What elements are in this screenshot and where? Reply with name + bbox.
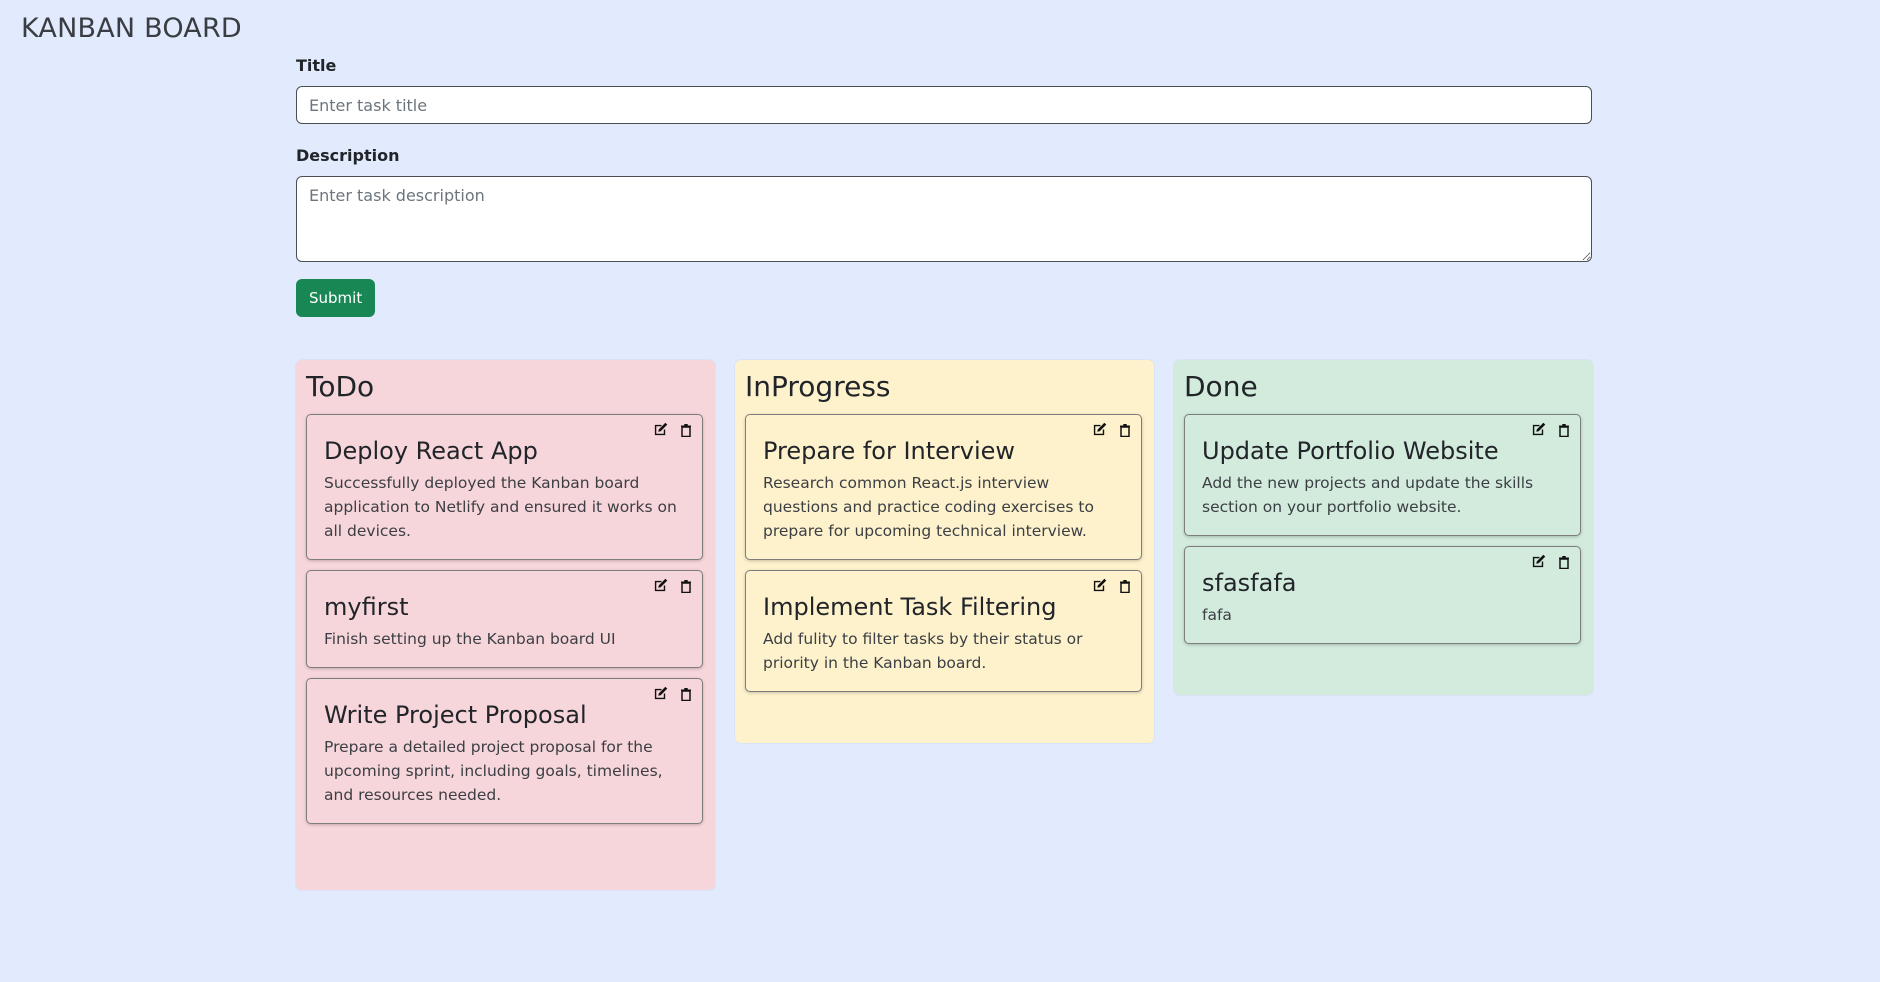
task-title: sfasfafa xyxy=(1202,569,1297,597)
submit-button[interactable]: Submit xyxy=(296,279,376,317)
card-actions xyxy=(1091,421,1133,438)
title-label: Title xyxy=(296,56,337,75)
edit-icon[interactable] xyxy=(652,577,669,594)
task-card[interactable]: Implement Task Filtering Add fulity to f… xyxy=(745,570,1142,692)
edit-icon[interactable] xyxy=(1530,421,1547,438)
task-title: Implement Task Filtering xyxy=(763,593,1057,621)
task-card[interactable]: myfirst Finish setting up the Kanban boa… xyxy=(306,570,703,668)
column-todo: ToDo Deploy React App Successfully deplo… xyxy=(296,360,715,890)
task-title: Prepare for Interview xyxy=(763,437,1016,465)
task-description: Research common React.js interview quest… xyxy=(763,474,1094,540)
card-actions xyxy=(1530,553,1572,570)
task-card[interactable]: Write Project Proposal Prepare a detaile… xyxy=(306,678,703,824)
card-actions xyxy=(652,685,694,702)
task-title: Write Project Proposal xyxy=(324,701,587,729)
trash-icon[interactable] xyxy=(1555,553,1572,570)
card-actions xyxy=(1530,421,1572,438)
task-card[interactable]: sfasfafa fafa xyxy=(1184,546,1581,644)
trash-icon[interactable] xyxy=(1116,421,1133,438)
task-title: Update Portfolio Website xyxy=(1202,437,1499,465)
task-description: fafa xyxy=(1202,606,1232,624)
description-label: Description xyxy=(296,146,400,165)
app-title: KANBAN BOARD xyxy=(21,13,242,44)
trash-icon[interactable] xyxy=(677,685,694,702)
edit-icon[interactable] xyxy=(652,421,669,438)
task-title: myfirst xyxy=(324,593,409,621)
edit-icon[interactable] xyxy=(1530,553,1547,570)
edit-icon[interactable] xyxy=(1091,421,1108,438)
task-description: Add fulity to filter tasks by their stat… xyxy=(763,630,1083,672)
trash-icon[interactable] xyxy=(677,421,694,438)
column-title: ToDo xyxy=(306,370,375,403)
trash-icon[interactable] xyxy=(677,577,694,594)
trash-icon[interactable] xyxy=(1116,577,1133,594)
task-description: Add the new projects and update the skil… xyxy=(1202,474,1534,516)
task-description-input[interactable] xyxy=(296,176,1592,262)
card-actions xyxy=(652,577,694,594)
task-title: Deploy React App xyxy=(324,437,538,465)
edit-icon[interactable] xyxy=(652,685,669,702)
task-card[interactable]: Update Portfolio Website Add the new pro… xyxy=(1184,414,1581,536)
column-inprogress: InProgress Prepare for Interview Researc… xyxy=(735,360,1154,743)
trash-icon[interactable] xyxy=(1555,421,1572,438)
column-title: Done xyxy=(1184,370,1258,403)
task-form: Title Description Submit xyxy=(296,56,1592,317)
task-description: Prepare a detailed project proposal for … xyxy=(324,738,663,804)
task-description: Successfully deployed the Kanban board a… xyxy=(324,474,677,540)
task-description: Finish setting up the Kanban board UI xyxy=(324,630,616,648)
column-done: Done Update Portfolio Website Add the ne… xyxy=(1174,360,1593,695)
card-actions xyxy=(652,421,694,438)
column-title: InProgress xyxy=(745,370,891,403)
task-card[interactable]: Prepare for Interview Research common Re… xyxy=(745,414,1142,560)
card-actions xyxy=(1091,577,1133,594)
task-title-input[interactable] xyxy=(296,86,1592,124)
edit-icon[interactable] xyxy=(1091,577,1108,594)
task-card[interactable]: Deploy React App Successfully deployed t… xyxy=(306,414,703,560)
